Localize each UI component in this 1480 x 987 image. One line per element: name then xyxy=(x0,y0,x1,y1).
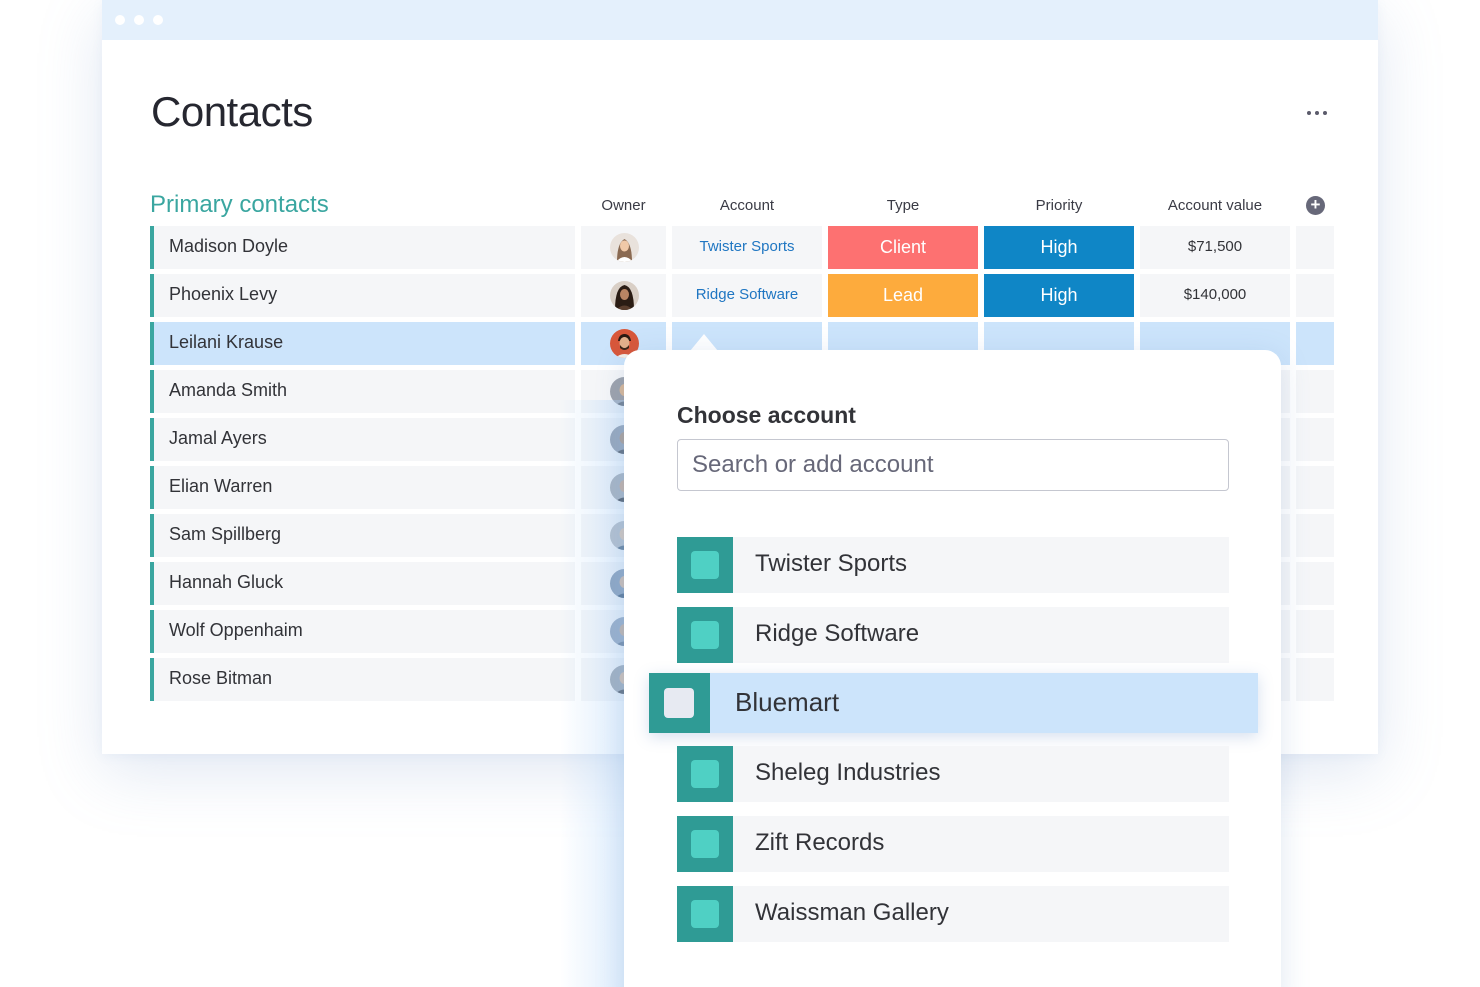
account-option[interactable]: Waissman Gallery xyxy=(677,886,1229,942)
column-header-priority[interactable]: Priority xyxy=(984,197,1134,214)
name-cell[interactable]: Wolf Oppenhaim xyxy=(150,610,575,653)
account-link[interactable]: Twister Sports xyxy=(672,238,822,255)
account-link[interactable]: Ridge Software xyxy=(672,286,822,303)
window-dot[interactable] xyxy=(153,15,163,25)
contact-name: Amanda Smith xyxy=(169,380,288,400)
name-cell[interactable]: Hannah Gluck xyxy=(150,562,575,605)
account-option[interactable]: Twister Sports xyxy=(677,537,1229,593)
window-titlebar xyxy=(102,0,1378,40)
empty-cell[interactable] xyxy=(1296,562,1334,605)
priority-cell[interactable]: High xyxy=(984,274,1134,317)
name-cell[interactable]: Rose Bitman xyxy=(150,658,575,701)
more-options-icon[interactable] xyxy=(1300,100,1334,126)
column-header-type[interactable]: Type xyxy=(828,197,978,214)
contact-name: Wolf Oppenhaim xyxy=(169,620,303,640)
dropdown-pointer xyxy=(690,334,718,351)
account-option-label: Bluemart xyxy=(735,687,840,717)
window-dot[interactable] xyxy=(115,15,125,25)
empty-cell[interactable] xyxy=(1296,610,1334,653)
account-option[interactable]: Ridge Software xyxy=(677,607,1229,663)
account-option[interactable]: Sheleg Industries xyxy=(677,746,1229,802)
account-color-swatch xyxy=(677,537,733,593)
column-header-account[interactable]: Account xyxy=(672,197,822,214)
name-cell[interactable]: Amanda Smith xyxy=(150,370,575,413)
account-color-swatch xyxy=(677,886,733,942)
empty-cell[interactable] xyxy=(1296,418,1334,461)
page-title: Contacts xyxy=(151,88,313,135)
account-value: $71,500 xyxy=(1187,238,1243,255)
account-option-label: Zift Records xyxy=(755,829,885,856)
priority-status-label[interactable]: High xyxy=(984,226,1134,269)
name-cell[interactable]: Sam Spillberg xyxy=(150,514,575,557)
choose-account-dropdown: Choose account Twister Sports Ridge Soft… xyxy=(624,350,1281,987)
account-color-swatch xyxy=(649,673,710,733)
account-option-highlighted[interactable]: Bluemart xyxy=(649,673,1258,733)
account-value-cell[interactable]: $140,000 xyxy=(1140,274,1290,317)
account-option-label: Twister Sports xyxy=(755,550,908,577)
empty-cell[interactable] xyxy=(1296,370,1334,413)
account-color-swatch xyxy=(677,607,733,663)
account-cell[interactable]: Twister Sports xyxy=(672,226,822,269)
empty-cell[interactable] xyxy=(1296,226,1334,269)
contact-name: Jamal Ayers xyxy=(169,428,267,448)
name-cell[interactable]: Phoenix Levy xyxy=(150,274,575,317)
account-option[interactable]: Zift Records xyxy=(677,816,1229,872)
owner-cell[interactable] xyxy=(581,274,666,317)
empty-cell[interactable] xyxy=(1296,514,1334,557)
group-title[interactable]: Primary contacts xyxy=(150,191,329,219)
account-value-cell[interactable]: $71,500 xyxy=(1140,226,1290,269)
contact-name: Rose Bitman xyxy=(169,668,273,688)
column-header-owner[interactable]: Owner xyxy=(581,197,666,214)
contact-name: Phoenix Levy xyxy=(169,284,278,304)
type-cell[interactable]: Client xyxy=(828,226,978,269)
owner-cell[interactable] xyxy=(581,226,666,269)
account-value: $140,000 xyxy=(1183,286,1247,303)
account-option-label: Waissman Gallery xyxy=(755,899,949,926)
empty-cell[interactable] xyxy=(1296,274,1334,317)
contact-name: Sam Spillberg xyxy=(169,524,282,544)
empty-cell[interactable] xyxy=(1296,322,1334,365)
owner-avatar[interactable] xyxy=(610,233,639,262)
name-cell[interactable]: Elian Warren xyxy=(150,466,575,509)
account-search-input[interactable] xyxy=(677,439,1229,491)
account-color-swatch xyxy=(677,746,733,802)
account-option-label: Ridge Software xyxy=(755,620,920,647)
column-header-account-value[interactable]: Account value xyxy=(1140,197,1290,214)
add-column-icon[interactable]: + xyxy=(1306,196,1325,215)
type-status-label[interactable]: Lead xyxy=(828,274,978,317)
empty-cell[interactable] xyxy=(1296,466,1334,509)
account-option-label: Sheleg Industries xyxy=(755,759,941,786)
name-cell[interactable]: Madison Doyle xyxy=(150,226,575,269)
contact-name: Elian Warren xyxy=(169,476,273,496)
contact-name: Leilani Krause xyxy=(169,332,284,352)
name-cell[interactable]: Leilani Krause xyxy=(150,322,575,365)
empty-cell[interactable] xyxy=(1296,658,1334,701)
priority-status-label[interactable]: High xyxy=(984,274,1134,317)
owner-avatar[interactable] xyxy=(610,281,639,310)
priority-cell[interactable]: High xyxy=(984,226,1134,269)
account-color-swatch xyxy=(677,816,733,872)
account-cell[interactable]: Ridge Software xyxy=(672,274,822,317)
contact-name: Hannah Gluck xyxy=(169,572,284,592)
type-status-label[interactable]: Client xyxy=(828,226,978,269)
window-dot[interactable] xyxy=(134,15,144,25)
name-cell[interactable]: Jamal Ayers xyxy=(150,418,575,461)
dropdown-title: Choose account xyxy=(677,402,856,428)
type-cell[interactable]: Lead xyxy=(828,274,978,317)
contact-name: Madison Doyle xyxy=(169,236,289,256)
